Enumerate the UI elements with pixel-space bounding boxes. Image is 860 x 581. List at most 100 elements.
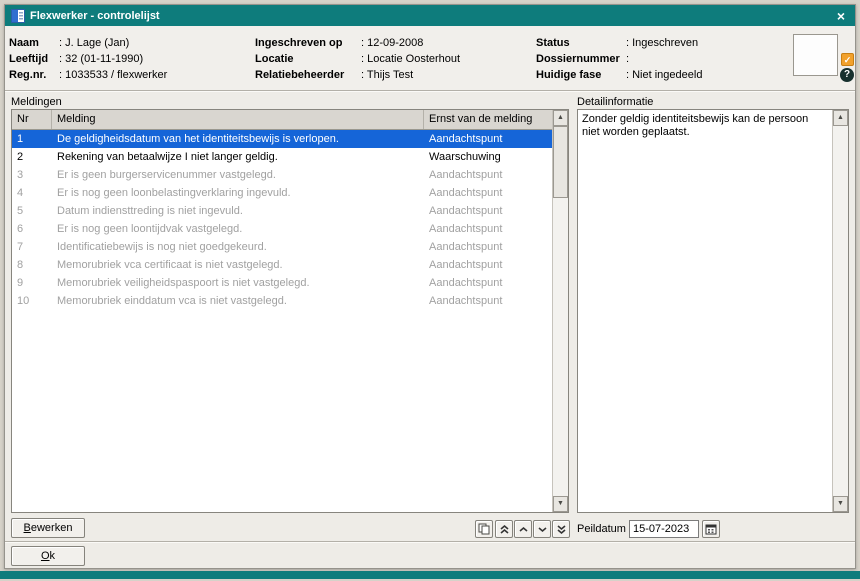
row-melding: Er is nog geen loontijdvak vastgelegd.	[52, 220, 424, 238]
field-label: Huidige fase	[536, 67, 626, 83]
table-header: Nr Melding Ernst van de melding	[12, 110, 552, 130]
table-row[interactable]: 2Rekening van betaalwijze I niet langer …	[12, 148, 552, 166]
table-scrollbar[interactable]: ▲ ▼	[552, 110, 568, 512]
field-label: Locatie	[255, 51, 361, 67]
desktop-background: Flexwerker - controlelijst × Naam: J. La…	[0, 0, 860, 581]
table-row[interactable]: 9Memorubriek veiligheidspaspoort is niet…	[12, 274, 552, 292]
field-value: : Ingeschreven	[626, 35, 698, 51]
move-bottom-button[interactable]	[552, 520, 570, 538]
table-row[interactable]: 5Datum indiensttreding is niet ingevuld.…	[12, 202, 552, 220]
row-melding: Memorubriek vca certificaat is niet vast…	[52, 256, 424, 274]
scroll-down-icon[interactable]: ▼	[833, 496, 848, 512]
table-row[interactable]: 3Er is geen burgerservicenummer vastgele…	[12, 166, 552, 184]
column-header-ernst[interactable]: Ernst van de melding	[424, 110, 552, 129]
scroll-up-icon[interactable]: ▲	[833, 110, 848, 126]
info-field: Reg.nr.: 1033533 / flexwerker	[9, 67, 167, 83]
info-field: Status: Ingeschreven	[536, 35, 702, 51]
separator	[5, 541, 855, 543]
detail-panel: Zonder geldig identiteitsbewijs kan de p…	[577, 109, 849, 513]
table-row[interactable]: 10Memorubriek einddatum vca is niet vast…	[12, 292, 552, 310]
info-column-1: Naam: J. Lage (Jan) Leeftijd: 32 (01-11-…	[9, 35, 167, 83]
bewerken-button[interactable]: Bewerken	[11, 518, 85, 538]
move-down-button[interactable]	[533, 520, 551, 538]
column-header-melding[interactable]: Melding	[52, 110, 424, 129]
row-melding: Er is nog geen loonbelastingverklaring i…	[52, 184, 424, 202]
field-value: : 12-09-2008	[361, 35, 423, 51]
info-field: Ingeschreven op: 12-09-2008	[255, 35, 460, 51]
table-row[interactable]: 4Er is nog geen loonbelastingverklaring …	[12, 184, 552, 202]
row-nr: 9	[12, 274, 52, 292]
ok-button-label: Ok	[41, 547, 55, 565]
detail-text: Zonder geldig identiteitsbewijs kan de p…	[578, 110, 832, 142]
copy-button[interactable]	[475, 520, 493, 538]
info-field: Relatiebeheerder: Thijs Test	[255, 67, 460, 83]
separator	[5, 90, 855, 92]
row-nr: 10	[12, 292, 52, 310]
row-melding: Identificatiebewijs is nog niet goedgeke…	[52, 238, 424, 256]
detail-section-label: Detailinformatie	[577, 96, 653, 108]
row-nr: 4	[12, 184, 52, 202]
field-label: Status	[536, 35, 626, 51]
field-label: Ingeschreven op	[255, 35, 361, 51]
close-icon[interactable]: ×	[833, 9, 849, 23]
peildatum-label: Peildatum	[577, 523, 626, 535]
field-value: : Thijs Test	[361, 67, 413, 83]
row-ernst: Aandachtspunt	[424, 202, 552, 220]
parent-window-edge	[0, 571, 860, 579]
move-top-button[interactable]	[495, 520, 513, 538]
titlebar: Flexwerker - controlelijst ×	[5, 5, 855, 26]
person-info-panel: Naam: J. Lage (Jan) Leeftijd: 32 (01-11-…	[5, 26, 855, 90]
table-row[interactable]: 1De geldigheidsdatum van het identiteits…	[12, 130, 552, 148]
row-ernst: Aandachtspunt	[424, 130, 552, 148]
row-nr: 1	[12, 130, 52, 148]
row-ernst: Aandachtspunt	[424, 256, 552, 274]
row-ernst: Aandachtspunt	[424, 274, 552, 292]
column-header-nr[interactable]: Nr	[12, 110, 52, 129]
table-body: 1De geldigheidsdatum van het identiteits…	[12, 130, 552, 310]
meldingen-table: Nr Melding Ernst van de melding 1De geld…	[11, 109, 569, 513]
peildatum-input[interactable]	[629, 520, 699, 538]
help-icon[interactable]: ?	[840, 68, 854, 82]
row-ernst: Aandachtspunt	[424, 238, 552, 256]
field-label: Leeftijd	[9, 51, 59, 67]
row-melding: Memorubriek einddatum vca is niet vastge…	[52, 292, 424, 310]
double-chevron-up-icon	[499, 524, 510, 535]
scroll-up-icon[interactable]: ▲	[553, 110, 568, 126]
double-chevron-down-icon	[556, 524, 567, 535]
row-nr: 3	[12, 166, 52, 184]
row-ernst: Aandachtspunt	[424, 292, 552, 310]
row-nr: 8	[12, 256, 52, 274]
table-row[interactable]: 8Memorubriek vca certificaat is niet vas…	[12, 256, 552, 274]
info-column-2: Ingeschreven op: 12-09-2008 Locatie: Loc…	[255, 35, 460, 83]
row-melding: Memorubriek veiligheidspaspoort is niet …	[52, 274, 424, 292]
calendar-icon	[705, 523, 717, 535]
table-row[interactable]: 6Er is nog geen loontijdvak vastgelegd.A…	[12, 220, 552, 238]
checklist-icon[interactable]: ✓	[841, 53, 854, 66]
ok-button[interactable]: Ok	[11, 546, 85, 566]
field-value: :	[626, 51, 629, 67]
detail-scrollbar[interactable]: ▲ ▼	[832, 110, 848, 512]
row-nr: 7	[12, 238, 52, 256]
field-value: : 1033533 / flexwerker	[59, 67, 167, 83]
row-melding: Datum indiensttreding is niet ingevuld.	[52, 202, 424, 220]
scroll-down-icon[interactable]: ▼	[553, 496, 568, 512]
row-melding: De geldigheidsdatum van het identiteitsb…	[52, 130, 424, 148]
info-field: Leeftijd: 32 (01-11-1990)	[9, 51, 167, 67]
row-ernst: Aandachtspunt	[424, 166, 552, 184]
field-label: Reg.nr.	[9, 67, 59, 83]
meldingen-section-label: Meldingen	[11, 96, 62, 108]
field-value: : J. Lage (Jan)	[59, 35, 129, 51]
field-value: : Niet ingedeeld	[626, 67, 702, 83]
info-field: Locatie: Locatie Oosterhout	[255, 51, 460, 67]
row-nr: 6	[12, 220, 52, 238]
info-field: Dossiernummer:	[536, 51, 702, 67]
info-field: Naam: J. Lage (Jan)	[9, 35, 167, 51]
move-up-button[interactable]	[514, 520, 532, 538]
field-label: Dossiernummer	[536, 51, 626, 67]
scrollbar-thumb[interactable]	[553, 126, 568, 198]
chevron-down-icon	[537, 524, 548, 535]
field-value: : Locatie Oosterhout	[361, 51, 460, 67]
calendar-button[interactable]	[702, 520, 720, 538]
row-nr: 5	[12, 202, 52, 220]
table-row[interactable]: 7Identificatiebewijs is nog niet goedgek…	[12, 238, 552, 256]
